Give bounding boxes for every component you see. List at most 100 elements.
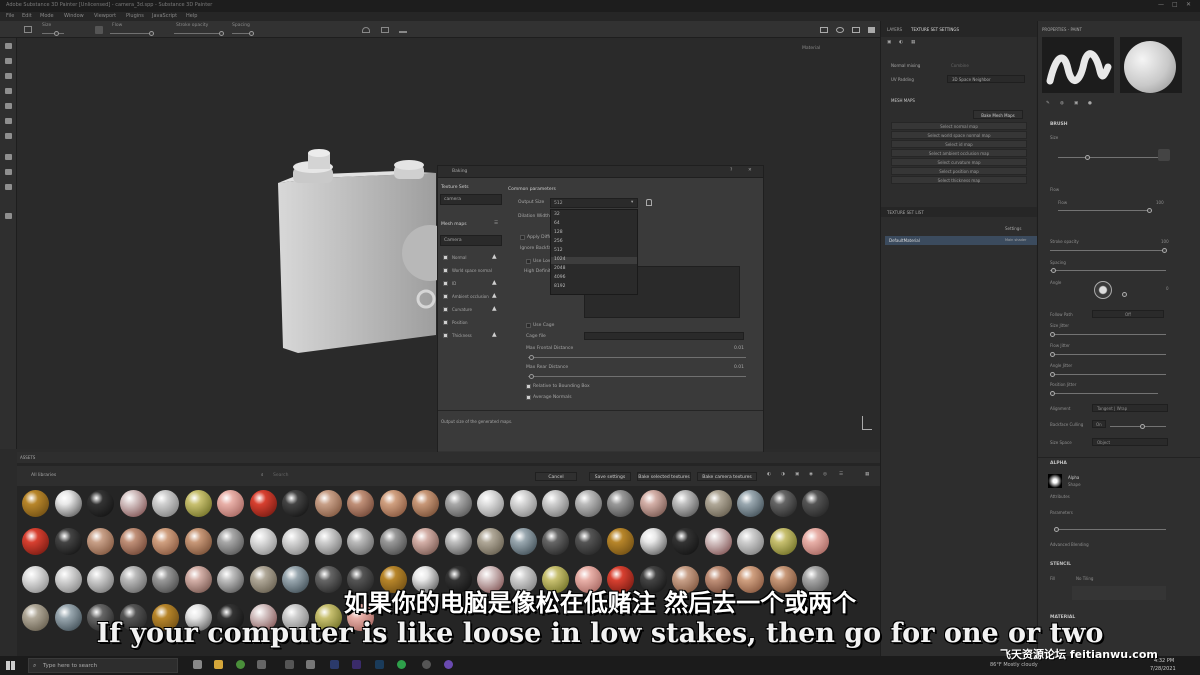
menu-help[interactable]: Help [186, 13, 197, 19]
material-thumbnail[interactable] [87, 490, 114, 517]
backface-angle-slider[interactable] [1140, 424, 1145, 429]
max-frontal-slider[interactable] [529, 355, 534, 360]
material-thumbnail[interactable] [802, 528, 829, 555]
flow-jitter-slider[interactable] [1050, 352, 1055, 357]
mesh-map-checkbox[interactable] [443, 333, 448, 338]
material-thumbnail[interactable] [769, 490, 797, 517]
toolbar-stroke-opacity-slider[interactable] [219, 31, 224, 36]
uv-set-icon[interactable]: ◐ [899, 40, 903, 45]
camera-3d-model[interactable] [258, 123, 438, 355]
cage-file-field[interactable] [584, 332, 744, 340]
file-explorer-icon[interactable] [214, 660, 223, 669]
mesh-maps-selected[interactable]: Camera [440, 235, 502, 246]
spacing-slider[interactable] [1051, 268, 1056, 273]
menu-viewport[interactable]: Viewport [94, 13, 116, 19]
material-thumbnail[interactable] [639, 528, 667, 555]
texture-set-icon[interactable]: ▣ [887, 40, 891, 45]
material-thumbnail[interactable] [477, 490, 504, 517]
material-thumbnail[interactable] [249, 528, 277, 555]
output-size-option[interactable]: 64 [551, 221, 637, 228]
normal-mixing-value[interactable]: Combine [951, 63, 969, 68]
material-thumbnail[interactable] [769, 528, 797, 555]
material-thumbnail[interactable] [704, 490, 732, 517]
bake-mesh-maps-button[interactable]: Bake Mesh Maps [973, 110, 1023, 119]
output-size-option[interactable]: 4096 [551, 275, 637, 282]
mesh-map-checkbox[interactable] [443, 281, 448, 286]
average-normals-checkbox[interactable] [526, 395, 531, 400]
material-thumbnail[interactable] [607, 528, 634, 555]
material-thumbnail[interactable] [737, 528, 764, 555]
symmetry-icon[interactable] [95, 26, 103, 34]
material-thumbnail[interactable] [802, 490, 829, 517]
mesh-map-checkbox[interactable] [443, 268, 448, 273]
mesh-map-slot[interactable]: Select position map [891, 167, 1027, 175]
mesh-map-slot[interactable]: Select world space normal map [891, 131, 1027, 139]
cancel-button[interactable]: Cancel [535, 472, 577, 481]
material-thumbnail[interactable] [639, 490, 667, 517]
material-thumbnail[interactable] [152, 528, 179, 555]
filter-material-icon[interactable]: ◐ [767, 472, 771, 477]
tab-texture-set-settings[interactable]: TEXTURE SET SETTINGS [911, 27, 959, 32]
mesh-map-checkbox[interactable] [443, 307, 448, 312]
material-thumbnail[interactable] [54, 490, 82, 517]
position-jitter-slider[interactable] [1050, 391, 1055, 396]
material-thumbnail[interactable] [542, 528, 569, 555]
output-size-select[interactable]: 512 ▾ [550, 198, 638, 208]
stencil-tab-icon[interactable]: ▣ [1074, 101, 1078, 106]
clipboard-icon[interactable] [5, 213, 12, 219]
premiere-icon[interactable] [330, 660, 339, 669]
material-thumbnail[interactable] [184, 490, 212, 517]
material-thumbnail[interactable] [22, 490, 49, 517]
mesh-map-slot[interactable]: Select normal map [891, 122, 1027, 130]
transform-icon[interactable] [5, 184, 12, 190]
material-thumbnail[interactable] [119, 528, 147, 555]
lazy-mouse-icon[interactable] [362, 27, 370, 33]
material-thumbnail[interactable] [607, 490, 634, 517]
mesh-map-checkbox[interactable] [443, 294, 448, 299]
material-thumbnail[interactable] [477, 528, 504, 555]
smudge-icon[interactable] [5, 103, 12, 109]
menu-edit[interactable]: Edit [22, 13, 32, 19]
attributes-toggle[interactable]: Attributes [1050, 494, 1070, 499]
mesh-map-slot[interactable]: Select ambient occlusion map [891, 149, 1027, 157]
clone-icon[interactable] [5, 118, 12, 124]
material-thumbnail[interactable] [574, 490, 602, 517]
after-effects-icon[interactable] [352, 660, 361, 669]
filter-alpha-icon[interactable]: ◎ [823, 472, 827, 477]
display-settings-icon[interactable] [852, 27, 860, 33]
projection-icon[interactable] [5, 73, 12, 79]
grid-view-icon[interactable]: ▦ [865, 472, 869, 477]
material-thumbnail[interactable] [87, 528, 114, 555]
uv-icon[interactable] [5, 169, 12, 175]
output-size-option[interactable]: 256 [551, 239, 637, 246]
relative-bbox-checkbox[interactable] [526, 384, 531, 389]
material-thumbnail[interactable] [672, 490, 699, 517]
sphere-tab-icon[interactable]: ● [1088, 101, 1092, 106]
mesh-map-slot[interactable]: Select thickness map [891, 176, 1027, 184]
size-slider[interactable] [1085, 155, 1090, 160]
size-jitter-slider[interactable] [1050, 332, 1055, 337]
alignment-select[interactable]: Tangent | Wrap [1092, 404, 1168, 412]
material-thumbnail[interactable] [379, 490, 407, 517]
bake-camera-button[interactable]: Bake camera textures [697, 472, 757, 481]
mesh-map-slot[interactable]: Select curvature map [891, 158, 1027, 166]
material-thumbnail[interactable] [347, 528, 374, 555]
output-size-option[interactable]: 512 [551, 248, 637, 255]
follow-path-toggle[interactable]: Off [1092, 310, 1164, 318]
angle-dial[interactable] [1094, 281, 1112, 299]
backface-culling-toggle[interactable]: On [1092, 420, 1106, 428]
material-thumbnail[interactable] [509, 528, 537, 555]
material-thumbnail[interactable] [314, 490, 342, 517]
material-thumbnail[interactable] [54, 528, 82, 555]
mesh-map-row[interactable]: World space normal [442, 265, 504, 276]
texture-set-row[interactable]: DefaultMaterial Main shader [885, 236, 1037, 245]
menu-mode[interactable]: Mode [40, 13, 54, 19]
material-thumbnail[interactable] [704, 528, 732, 555]
menu-file[interactable]: File [6, 13, 14, 19]
angle-jitter-slider[interactable] [1050, 372, 1055, 377]
menu-window[interactable]: Window [64, 13, 84, 19]
material-thumbnail[interactable] [444, 490, 472, 517]
mesh-map-slot[interactable]: Select id map [891, 140, 1027, 148]
parameters-toggle[interactable]: Parameters [1050, 510, 1073, 515]
pen-pressure-icon[interactable] [1158, 149, 1170, 161]
